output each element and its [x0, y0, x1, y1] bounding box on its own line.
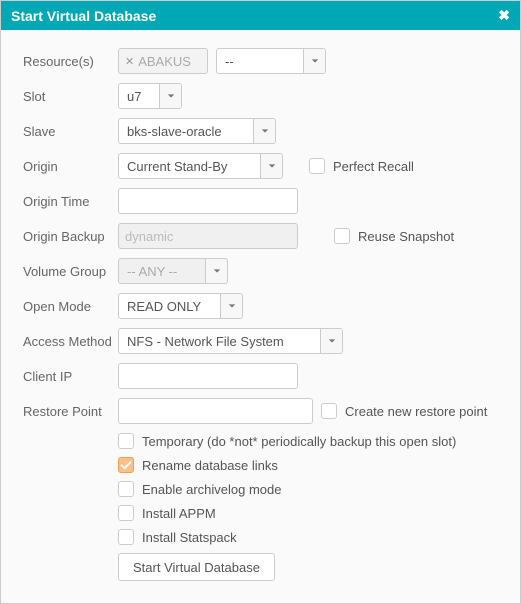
perfect-recall-label: Perfect Recall	[333, 159, 414, 174]
resource-select[interactable]: --	[216, 48, 326, 74]
chevron-down-icon	[320, 329, 342, 353]
origin-backup-input[interactable]	[118, 223, 298, 249]
install-appm-label: Install APPM	[142, 506, 216, 521]
label-volume-group: Volume Group	[23, 264, 118, 279]
client-ip-input[interactable]	[118, 363, 298, 389]
remove-tag-icon[interactable]: ✕	[125, 55, 134, 68]
label-slave: Slave	[23, 124, 118, 139]
perfect-recall-checkbox[interactable]	[309, 158, 325, 174]
dialog-title: Start Virtual Database	[11, 8, 156, 24]
titlebar[interactable]: Start Virtual Database ✖	[1, 1, 520, 30]
rename-links-label: Rename database links	[142, 458, 278, 473]
resource-tag-text: ABAKUS	[138, 54, 191, 69]
chevron-down-icon	[205, 259, 227, 283]
create-restore-point-label: Create new restore point	[345, 404, 487, 419]
label-restore-point: Restore Point	[23, 404, 118, 419]
label-client-ip: Client IP	[23, 369, 118, 384]
restore-point-input[interactable]	[118, 398, 313, 424]
resource-tag[interactable]: ✕ ABAKUS	[118, 48, 208, 74]
chevron-down-icon	[159, 84, 181, 108]
archivelog-checkbox[interactable]	[118, 481, 134, 497]
label-resources: Resource(s)	[23, 54, 118, 69]
start-button[interactable]: Start Virtual Database	[118, 553, 275, 581]
chevron-down-icon	[253, 119, 275, 143]
rename-links-checkbox[interactable]	[118, 457, 134, 473]
dialog-body: Resource(s) ✕ ABAKUS -- Slot u7	[1, 30, 520, 603]
label-slot: Slot	[23, 89, 118, 104]
install-statspack-checkbox[interactable]	[118, 529, 134, 545]
label-origin-backup: Origin Backup	[23, 229, 118, 244]
origin-select[interactable]: Current Stand-By	[118, 153, 283, 179]
create-restore-point-checkbox[interactable]	[321, 403, 337, 419]
temporary-checkbox[interactable]	[118, 433, 134, 449]
install-statspack-label: Install Statspack	[142, 530, 237, 545]
origin-time-input[interactable]	[118, 188, 298, 214]
archivelog-label: Enable archivelog mode	[142, 482, 281, 497]
install-appm-checkbox[interactable]	[118, 505, 134, 521]
label-access-method: Access Method	[23, 334, 118, 349]
label-origin: Origin	[23, 159, 118, 174]
slave-select[interactable]: bks-slave-oracle	[118, 118, 276, 144]
volume-group-select: -- ANY --	[118, 258, 228, 284]
close-icon[interactable]: ✖	[498, 7, 510, 24]
chevron-down-icon	[303, 49, 325, 73]
label-open-mode: Open Mode	[23, 299, 118, 314]
reuse-snapshot-label: Reuse Snapshot	[358, 229, 454, 244]
chevron-down-icon	[220, 294, 242, 318]
slot-select[interactable]: u7	[118, 83, 182, 109]
access-method-select[interactable]: NFS - Network File System	[118, 328, 343, 354]
reuse-snapshot-checkbox[interactable]	[334, 228, 350, 244]
chevron-down-icon	[260, 154, 282, 178]
temporary-label: Temporary (do *not* periodically backup …	[142, 434, 456, 449]
dialog: Start Virtual Database ✖ Resource(s) ✕ A…	[0, 0, 521, 604]
label-origin-time: Origin Time	[23, 194, 118, 209]
open-mode-select[interactable]: READ ONLY	[118, 293, 243, 319]
